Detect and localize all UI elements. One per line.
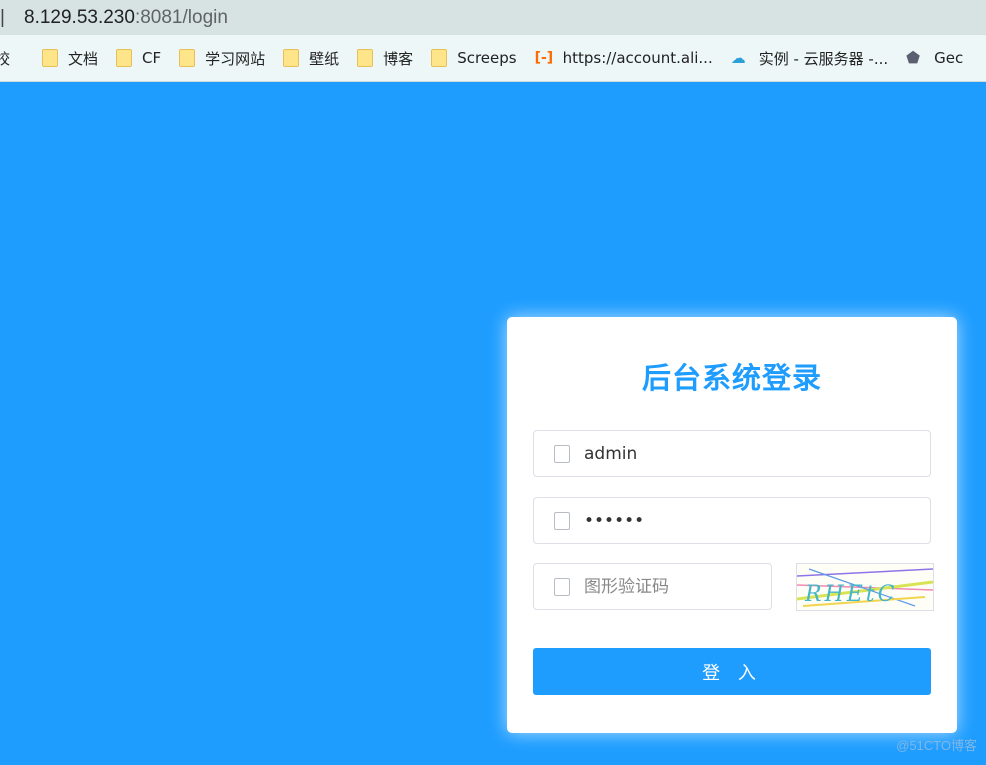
watermark: @51CTO博客 (896, 738, 977, 753)
bookmark-label: Screeps (457, 49, 517, 67)
captcha-text: RHEtC (805, 582, 898, 607)
aliyun-icon: [-] (534, 50, 554, 66)
folder-icon (431, 49, 448, 67)
username-input[interactable] (582, 432, 886, 475)
folder-icon (283, 49, 300, 67)
folder-icon (116, 49, 133, 67)
password-field[interactable] (533, 497, 931, 544)
bookmark-label: 博客 (383, 49, 414, 68)
bookmark-label: CF (142, 49, 162, 67)
bookmark-label: 文档 (68, 49, 99, 68)
folder-icon (357, 49, 374, 67)
shield-icon (554, 577, 570, 596)
captcha-input[interactable] (582, 565, 805, 608)
captcha-field[interactable] (533, 563, 805, 610)
bookmark-folder[interactable]: Screeps (431, 49, 517, 67)
address-bar[interactable]: | 8.129.53.230 :8081/login (0, 0, 986, 35)
bookmark-link[interactable]: ☁ 实例 - 云服务器 -... (731, 48, 888, 69)
bookmark-folder[interactable]: 文档 (42, 48, 98, 69)
bookmark-label: Gec (934, 49, 964, 67)
login-title: 后台系统登录 (641, 361, 822, 395)
bookmark-link[interactable]: ⬟ Gec (906, 48, 964, 68)
address-bar-edge: | (0, 6, 5, 28)
bookmark-folder[interactable]: 博客 (357, 48, 413, 69)
bookmark-folder[interactable]: 校 (0, 48, 10, 69)
cloud-icon: ☁ (730, 49, 746, 67)
bookmark-label: 实例 - 云服务器 -... (758, 49, 889, 68)
login-button[interactable]: 登 入 (533, 648, 931, 695)
captcha-image[interactable]: RHEtC (796, 563, 934, 611)
gec-icon: ⬟ (906, 48, 921, 67)
bookmark-folder[interactable]: 壁纸 (283, 48, 339, 69)
bookmark-label: 壁纸 (309, 49, 340, 68)
bookmark-label: 学习网站 (205, 49, 266, 68)
bookmark-label: https://account.ali... (562, 49, 713, 67)
bookmark-label: 校 (0, 48, 10, 69)
username-field[interactable] (533, 430, 931, 477)
folder-icon (42, 49, 59, 67)
url-path: :8081/login (134, 6, 228, 28)
lock-icon (554, 511, 570, 530)
bookmarks-bar: 校 文档 CF 学习网站 壁纸 博客 Screeps [-] https://a… (0, 35, 986, 82)
user-icon (554, 444, 570, 463)
login-card: 后台系统登录 RHEtC 登 入 (507, 317, 957, 733)
url-host: 8.129.53.230 (24, 6, 135, 28)
folder-icon (179, 49, 196, 67)
bookmark-folder[interactable]: 学习网站 (179, 48, 265, 69)
bookmark-link[interactable]: [-] https://account.ali... (535, 49, 713, 67)
bookmark-folder[interactable]: CF (116, 49, 161, 67)
password-input[interactable] (582, 499, 886, 542)
